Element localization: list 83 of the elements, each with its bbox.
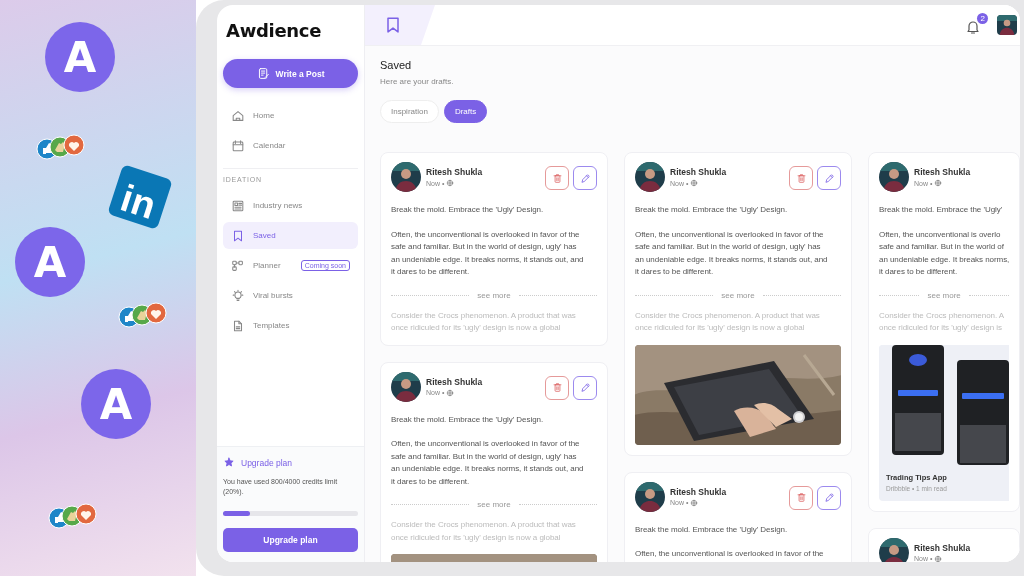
sidebar-item[interactable]: Home [223,102,358,129]
post-text: Break the mold. Embrace the 'Ugly' Design. [391,413,545,426]
write-icon [256,67,270,80]
user-avatar [997,15,1018,35]
document-icon [231,318,245,333]
home-icon [231,108,245,123]
write-post-button[interactable]: Write a Post [223,59,358,88]
app-logo: A [45,22,115,92]
post-text: Break the mold. Embrace the 'Ugly' Design. [635,523,789,536]
globe-icon [690,179,699,187]
author-avatar [879,537,909,562]
sidebar-item[interactable]: Calendar [223,132,358,159]
post-text: Often, the unconventional is overlo safe and familiar. But in the world of an undeniable edge. It breaks norms, it dares to be different. [879,228,1010,278]
delete-button[interactable] [789,485,813,510]
trash-icon [551,382,563,393]
see-more-link[interactable]: see more [721,290,755,300]
sidebar-item[interactable]: Saved [223,222,358,249]
edit-button[interactable] [573,166,597,190]
bookmark-icon [231,228,245,243]
edit-button[interactable] [817,166,841,190]
planner-icon [231,258,245,273]
globe-icon [690,498,699,507]
badge-star-icon [223,457,235,469]
see-more-link[interactable]: see more [477,290,511,300]
sidebar-item[interactable]: Industry news [223,192,358,219]
post-text: Often, the unconventional is overlooked in favor of the safe and familiar. But in the world of design, ugly' has an undeniable edge. It breaks norms, it stands out, and it dares to be different. [391,228,585,278]
author-avatar [635,162,665,192]
app-logo: A [81,369,151,439]
edit-button[interactable] [573,375,597,400]
pencil-icon [579,382,591,393]
post-text: Often, the unconventional is overlooked in favor of the [635,548,825,560]
reactions-icon [118,302,170,328]
delete-button[interactable] [789,166,813,190]
notifications-button[interactable]: 2 [964,13,989,37]
filter-tab[interactable]: Inspiration [380,100,439,123]
delete-button[interactable] [545,375,569,400]
globe-icon [934,179,943,187]
author-name: Ritesh Shukla [426,376,484,387]
globe-icon [446,179,455,187]
author-name: Ritesh Shukla [426,167,484,177]
author-avatar [391,162,421,192]
app-logo: Awdience [226,20,323,41]
reactions-icon [48,503,100,529]
author-name: Ritesh Shukla [670,167,728,177]
upgrade-title[interactable]: Upgrade plan [241,458,293,468]
social-logo: in [107,164,173,230]
trash-icon [551,172,563,184]
sidebar-item[interactable]: Viral bursts [223,282,358,309]
filter-tab[interactable]: Drafts [443,100,488,123]
author-name: Ritesh Shukla [914,167,972,177]
app-logo: A [15,227,85,297]
newspaper-icon [231,198,245,213]
trash-icon [795,172,807,184]
bookmark-tab[interactable] [365,5,435,45]
post-text: Often, the unconventional is overlooked in favor of the safe and familiar. But in the world of design, ugly' has an undeniable edge. It breaks norms, it stands out, and it dares to be different. [391,438,585,488]
see-more-link[interactable]: see more [477,500,511,509]
globe-icon [446,388,455,397]
sidebar-item[interactable]: Templates [223,312,358,339]
author-avatar [635,481,665,512]
post-text: Break the mold. Embrace the 'Ugly' Design. [635,204,789,216]
post-text: Break the mold. Embrace the 'Ugly' [879,204,1004,216]
page-subtitle: Here are your drafts. [380,77,455,86]
bell-icon [965,19,982,35]
author-name: Ritesh Shukla [914,542,972,553]
post-text: Break the mold. Embrace the 'Ugly' Design. [391,204,545,216]
pencil-icon [823,172,835,184]
trash-icon [795,492,807,503]
lightbulb-icon [231,288,245,303]
calendar-icon [231,138,245,153]
page-title: Saved [380,59,413,71]
author-name: Ritesh Shukla [670,486,728,497]
author-avatar [879,162,909,192]
upgrade-button[interactable]: Upgrade plan [223,528,358,552]
author-avatar [391,371,421,402]
post-text: Often, the unconventional is overlooked in favor of the safe and familiar. But in the world of design, ugly' has an undeniable edge. It breaks norms, it stands out, and it dares to be different. [635,228,829,278]
globe-icon [934,554,943,562]
see-more-link[interactable]: see more [927,290,961,300]
reactions-icon [36,134,88,160]
pencil-icon [823,492,835,503]
edit-button[interactable] [817,485,841,510]
delete-button[interactable] [545,166,569,190]
pencil-icon [579,172,591,184]
notification-count: 2 [977,13,989,24]
